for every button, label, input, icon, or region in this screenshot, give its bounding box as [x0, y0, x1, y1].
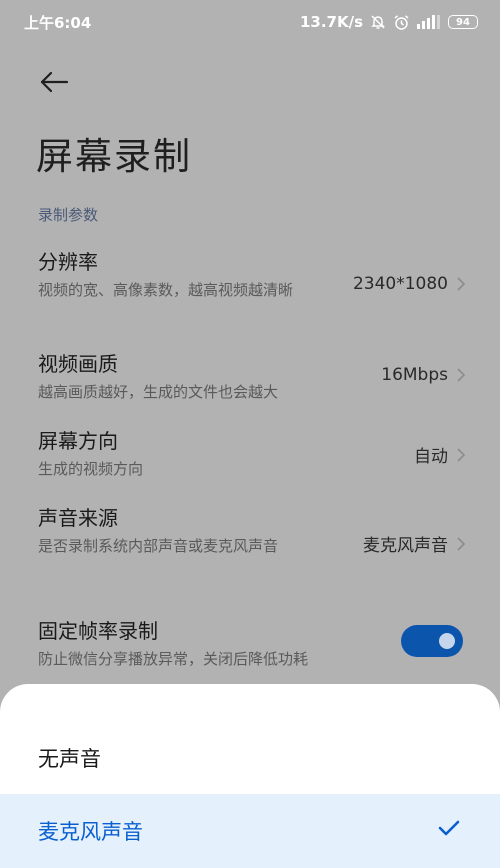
setting-title: 屏幕方向 [38, 429, 118, 453]
network-speed: 13.7K/s [299, 13, 363, 31]
setting-video-quality[interactable]: 视频画质 越高画质越好，生成的文件也会越大 16Mbps [0, 350, 500, 410]
setting-value: 麦克风声音 [363, 536, 448, 556]
setting-screen-orientation[interactable]: 屏幕方向 生成的视频方向 自动 [0, 427, 500, 487]
setting-fixed-frame-rate-text: 固定帧率录制 防止微信分享播放异常，关闭后降低功耗 [38, 617, 383, 672]
setting-value: 自动 [414, 447, 448, 467]
setting-title: 视频画质 [38, 352, 118, 376]
setting-value-group: 16Mbps [381, 365, 466, 385]
section-header-recording-params: 录制参数 [38, 206, 99, 224]
setting-subtitle: 越高画质越好，生成的文件也会越大 [38, 383, 279, 401]
page-title: 屏幕录制 [36, 135, 192, 178]
chevron-right-icon [456, 367, 466, 383]
option-microphone-sound[interactable]: 麦克风声音 [0, 794, 500, 868]
chevron-right-icon [456, 276, 466, 292]
checkmark-icon [438, 820, 460, 836]
fixed-frame-rate-toggle[interactable] [401, 625, 463, 657]
toggle-knob [439, 633, 455, 649]
back-button[interactable] [34, 64, 74, 100]
option-label: 麦克风声音 [38, 820, 143, 844]
setting-video-quality-text: 视频画质 越高画质越好，生成的文件也会越大 [38, 350, 358, 405]
setting-title: 声音来源 [38, 506, 118, 530]
setting-screen-orientation-text: 屏幕方向 生成的视频方向 [38, 427, 338, 482]
alarm-icon [393, 14, 410, 31]
setting-value: 16Mbps [381, 365, 448, 385]
status-bar: 上午6:04 13.7K/s 94 [0, 0, 500, 44]
option-no-sound[interactable]: 无声音 [0, 721, 500, 795]
status-right: 13.7K/s 94 [300, 13, 478, 31]
battery-icon: 94 [448, 15, 478, 29]
setting-value-group: 自动 [414, 442, 466, 467]
option-label: 无声音 [38, 747, 101, 771]
setting-value-group: 麦克风声音 [363, 531, 466, 556]
setting-sound-source[interactable]: 声音来源 是否录制系统内部声音或麦克风声音 麦克风声音 [0, 504, 500, 588]
chevron-right-icon [456, 536, 466, 552]
setting-title: 固定帧率录制 [38, 619, 158, 643]
sound-source-sheet: 无声音 麦克风声音 [0, 684, 500, 868]
arrow-left-icon [40, 71, 69, 93]
setting-fixed-frame-rate: 固定帧率录制 防止微信分享播放异常，关闭后降低功耗 [0, 617, 500, 677]
signal-icon [417, 15, 441, 29]
setting-subtitle: 视频的宽、高像素数，越高视频越清晰 [38, 281, 294, 299]
setting-title: 分辨率 [38, 250, 98, 274]
status-time: 上午6:04 [24, 13, 92, 32]
chevron-right-icon [456, 447, 466, 463]
muted-bell-icon [370, 14, 386, 30]
setting-value: 2340*1080 [352, 274, 448, 294]
battery-level: 94 [456, 16, 470, 28]
setting-subtitle: 防止微信分享播放异常，关闭后降低功耗 [38, 650, 309, 668]
setting-value-group: 2340*1080 [353, 274, 466, 294]
setting-subtitle: 生成的视频方向 [38, 460, 144, 478]
setting-subtitle: 是否录制系统内部声音或麦克风声音 [38, 537, 279, 555]
setting-resolution-text: 分辨率 视频的宽、高像素数，越高视频越清晰 [38, 248, 338, 303]
setting-resolution[interactable]: 分辨率 视频的宽、高像素数，越高视频越清晰 2340*1080 [0, 248, 500, 332]
setting-sound-source-text: 声音来源 是否录制系统内部声音或麦克风声音 [38, 504, 323, 559]
